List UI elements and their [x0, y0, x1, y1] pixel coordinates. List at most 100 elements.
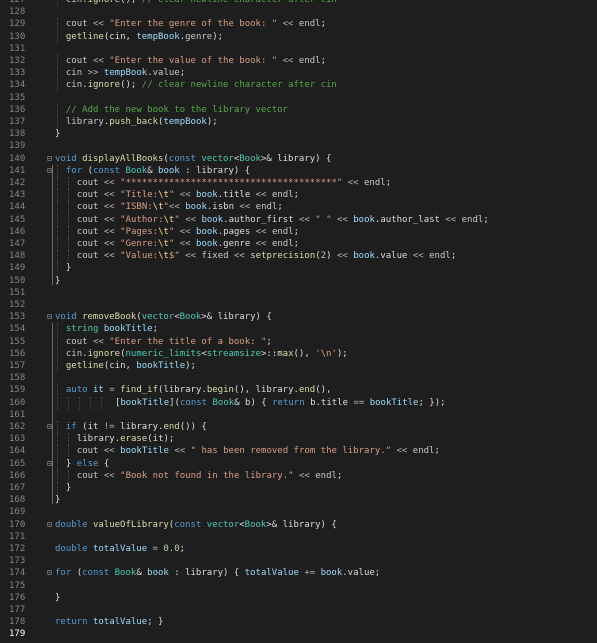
code-line[interactable]: 173 [0, 555, 597, 567]
code-line[interactable]: 151 [0, 287, 597, 299]
code-line[interactable]: 131 [0, 43, 597, 55]
code-line[interactable]: 130 getline(cin, tempBook.genre); [0, 30, 597, 43]
code-text[interactable]: cout << "Pages:\t" << book.pages << endl… [77, 226, 299, 238]
code-line[interactable]: 178 return totalValue; } [0, 616, 597, 628]
code-line[interactable]: 163 library.erase(it); [0, 433, 597, 446]
code-text[interactable]: cout << "Value:\t$" << fixed << setpreci… [77, 250, 456, 262]
code-line[interactable]: 149} [0, 262, 597, 275]
code-text[interactable]: cout << "Enter the genre of the book: " … [66, 18, 326, 30]
code-text[interactable]: } else { [66, 458, 109, 470]
code-line[interactable]: 141 ⊟ for (const Book& book : library) { [0, 164, 597, 177]
fold-toggle-icon[interactable]: ⊟ [47, 421, 55, 433]
fold-toggle-icon[interactable]: ⊟ [47, 311, 55, 323]
code-text[interactable]: cin >> tempBook.value; [66, 67, 185, 79]
code-line[interactable]: 166 cout << "Book not found in the librar… [0, 469, 597, 482]
code-line[interactable]: 150} [0, 275, 597, 287]
code-line[interactable]: 138} [0, 128, 597, 140]
code-line[interactable]: 177 [0, 604, 597, 616]
code-line[interactable]: 168} [0, 494, 597, 506]
code-text[interactable]: [bookTitle](const Book& b) { return b.ti… [115, 397, 446, 409]
code-text[interactable]: } [55, 128, 60, 140]
code-line[interactable]: 169 [0, 506, 597, 518]
code-text[interactable]: cout << "Book not found in the library."… [77, 470, 343, 482]
code-text[interactable]: void displayAllBooks(const vector<Book>&… [55, 153, 331, 165]
code-line[interactable]: 162 ⊟ if (it != library.end()) { [0, 421, 597, 433]
code-text[interactable]: return totalValue; } [55, 616, 163, 628]
code-line[interactable]: 147 cout << "Genre:\t" << book.genre << e… [0, 238, 597, 250]
code-text[interactable]: cout << "ISBN:\t"<< book.isbn << endl; [77, 201, 283, 213]
fold-toggle-icon[interactable]: ⊟ [47, 519, 55, 531]
code-line[interactable]: 127 cin.ignore(); // clear newline charac… [0, 0, 597, 6]
code-text[interactable]: } [66, 262, 71, 274]
code-text[interactable]: cout << "Enter the title of a book: "; [66, 336, 272, 348]
code-line[interactable]: 142 cout << "****************************… [0, 177, 597, 189]
code-line[interactable]: 153 ⊟ void removeBook(vector<Book>& librar… [0, 311, 597, 323]
code-line[interactable]: 160 [bookTitle](const Book& b) { return b… [0, 396, 597, 409]
code-line[interactable]: 133 cin >> tempBook.value; [0, 67, 597, 80]
code-line[interactable]: 135 [0, 92, 597, 104]
code-text[interactable]: cout << "Enter the value of the book: " … [66, 55, 326, 67]
code-line[interactable]: 136 // Add the new book to the library ve… [0, 103, 597, 116]
code-text[interactable]: library.push_back(tempBook); [66, 116, 218, 128]
code-line[interactable]: 140 ⊟ void displayAllBooks(const vector<Bo… [0, 153, 597, 165]
code-line[interactable]: 176} [0, 592, 597, 604]
code-line[interactable]: 137 library.push_back(tempBook); [0, 116, 597, 128]
code-editor[interactable]: 127 cin.ignore(); // clear newline charac… [0, 0, 597, 643]
code-text[interactable]: getline(cin, tempBook.genre); [66, 31, 223, 43]
code-text[interactable]: double valueOfLibrary(const vector<Book>… [55, 519, 337, 531]
code-text[interactable]: cin.ignore(numeric_limits<streamsize>::m… [66, 348, 348, 360]
code-line[interactable]: 156 cin.ignore(numeric_limits<streamsize>… [0, 347, 597, 360]
code-text[interactable]: double totalValue = 0.0; [55, 543, 185, 555]
code-line[interactable]: 175 [0, 580, 597, 592]
code-text[interactable]: for (const Book& book : library) { [66, 165, 250, 177]
code-line[interactable]: 152 [0, 299, 597, 311]
code-line[interactable]: 164 cout << bookTitle << " has been remov… [0, 445, 597, 458]
code-line[interactable]: 145 cout << "Author:\t" << book.author_fi… [0, 213, 597, 226]
code-text[interactable]: cout << bookTitle << " has been removed … [77, 445, 440, 457]
code-line[interactable]: 161 [0, 409, 597, 421]
code-line[interactable]: 128 [0, 6, 597, 18]
code-line[interactable]: 158 [0, 372, 597, 384]
code-text[interactable]: } [66, 482, 71, 494]
code-line[interactable]: 148 cout << "Value:\t$" << fixed << setpr… [0, 250, 597, 263]
code-text[interactable]: string bookTitle; [66, 323, 158, 335]
code-text[interactable]: cin.ignore(); // clear newline character… [66, 0, 337, 6]
code-text[interactable]: cout << "Genre:\t" << book.genre << endl… [77, 238, 299, 250]
code-line[interactable]: 165 ⊟} else { [0, 457, 597, 470]
fold-toggle-icon[interactable]: ⊟ [47, 165, 55, 177]
code-text[interactable]: getline(cin, bookTitle); [66, 360, 196, 372]
code-line[interactable]: 143 cout << "Title:\t" << book.title << e… [0, 189, 597, 202]
code-line[interactable]: 144 cout << "ISBN:\t"<< book.isbn << endl… [0, 201, 597, 214]
fold-toggle-icon[interactable]: ⊟ [47, 567, 55, 579]
code-text[interactable]: library.erase(it); [77, 433, 175, 445]
code-text[interactable]: cout << "Title:\t" << book.title << endl… [77, 189, 299, 201]
code-text[interactable]: cin.ignore(); // clear newline character… [66, 79, 337, 91]
code-text[interactable]: cout << "Author:\t" << book.author_first… [77, 214, 489, 226]
code-text[interactable]: // Add the new book to the library vecto… [66, 104, 288, 116]
code-line[interactable]: 179 [0, 628, 597, 640]
code-text[interactable]: auto it = find_if(library.begin(), libra… [66, 384, 332, 396]
code-line[interactable]: 139 [0, 140, 597, 152]
fold-toggle-icon[interactable]: ⊟ [47, 153, 55, 165]
code-text[interactable]: void removeBook(vector<Book>& library) { [55, 311, 272, 323]
code-text[interactable]: if (it != library.end()) { [66, 421, 207, 433]
code-line[interactable]: 170 ⊟ double valueOfLibrary(const vector<B… [0, 519, 597, 531]
code-line[interactable]: 134 cin.ignore(); // clear newline charac… [0, 79, 597, 92]
code-text[interactable]: for (const Book& book : library) { total… [55, 567, 380, 579]
code-line[interactable]: 146 cout << "Pages:\t" << book.pages << e… [0, 225, 597, 238]
code-line[interactable]: 167} [0, 482, 597, 494]
code-line[interactable]: 157 getline(cin, bookTitle); [0, 360, 597, 372]
code-line[interactable]: 155 cout << "Enter the title of a book: "… [0, 335, 597, 348]
code-text[interactable]: } [55, 494, 60, 506]
code-text[interactable]: cout << "*******************************… [77, 177, 391, 189]
code-line[interactable]: 174 ⊟ for (const Book& book : library) { t… [0, 567, 597, 579]
code-text[interactable]: } [55, 592, 60, 604]
code-line[interactable]: 172 double totalValue = 0.0; [0, 543, 597, 555]
code-line[interactable]: 132 cout << "Enter the value of the book:… [0, 55, 597, 67]
code-line[interactable]: 159 auto it = find_if(library.begin(), li… [0, 384, 597, 397]
code-text[interactable]: } [55, 275, 60, 287]
fold-toggle-icon[interactable]: ⊟ [47, 458, 55, 470]
code-line[interactable]: 129 cout << "Enter the genre of the book:… [0, 18, 597, 31]
code-line[interactable]: 171 [0, 531, 597, 543]
code-line[interactable]: 154 string bookTitle; [0, 323, 597, 336]
